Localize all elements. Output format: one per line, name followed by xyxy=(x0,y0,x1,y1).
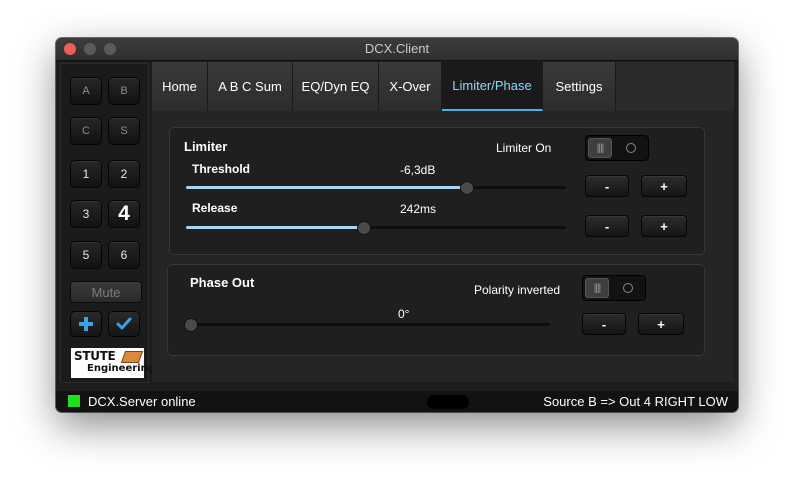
phase-slider[interactable] xyxy=(184,318,550,332)
add-button[interactable] xyxy=(70,311,102,337)
channel-s-button[interactable]: S xyxy=(108,117,140,145)
limiter-on-toggle[interactable]: |||| xyxy=(585,135,649,161)
channel-sidebar: A B C S 1 2 3 4 5 6 Mute STUTE Engineeri… xyxy=(60,63,155,383)
output-4-button[interactable]: 4 xyxy=(108,200,140,228)
toggle-off-indicator-icon xyxy=(623,283,633,293)
minimize-window-button[interactable] xyxy=(84,43,96,55)
output-6-button[interactable]: 6 xyxy=(108,241,140,269)
app-window: DCX.Client A B C S 1 2 3 4 5 6 Mute STUT… xyxy=(56,38,738,412)
routing-status-text: Source B => Out 4 RIGHT LOW xyxy=(543,394,728,409)
output-1-button[interactable]: 1 xyxy=(70,160,102,188)
phase-panel: Phase Out Polarity inverted |||| 0° - + xyxy=(167,264,705,356)
tab-settings[interactable]: Settings xyxy=(543,62,616,111)
polarity-inverted-label: Polarity inverted xyxy=(474,283,561,297)
phase-minus-button[interactable]: - xyxy=(582,313,626,335)
channel-b-button[interactable]: B xyxy=(108,77,140,105)
release-slider-fill xyxy=(186,226,363,229)
status-bar-notch xyxy=(427,395,469,409)
phase-value: 0° xyxy=(398,307,410,321)
logo-line-1: STUTE xyxy=(74,349,116,363)
toggle-off-indicator-icon xyxy=(626,143,636,153)
channel-c-button[interactable]: C xyxy=(70,117,102,145)
output-3-button[interactable]: 3 xyxy=(70,200,102,228)
threshold-minus-button[interactable]: - xyxy=(585,175,629,197)
stute-engineering-logo: STUTE Engineering xyxy=(71,348,155,378)
toggle-grip-icon: |||| xyxy=(585,278,609,298)
limiter-title: Limiter xyxy=(184,139,228,154)
limiter-panel: Limiter Limiter On |||| Threshold -6,3dB… xyxy=(169,127,705,255)
toggle-grip-icon: |||| xyxy=(588,138,612,158)
limiter-on-label: Limiter On xyxy=(496,141,552,155)
phase-plus-button[interactable]: + xyxy=(638,313,684,335)
threshold-slider-fill xyxy=(186,186,466,189)
polarity-inverted-toggle[interactable]: |||| xyxy=(582,275,646,301)
threshold-value: -6,3dB xyxy=(400,163,436,177)
threshold-slider[interactable] xyxy=(186,181,566,195)
server-status-text: DCX.Server online xyxy=(88,394,196,409)
threshold-slider-knob[interactable] xyxy=(459,181,474,195)
confirm-button[interactable] xyxy=(108,311,140,337)
release-plus-button[interactable]: + xyxy=(641,215,687,237)
threshold-plus-button[interactable]: + xyxy=(641,175,687,197)
tab-home[interactable]: Home xyxy=(152,62,208,111)
output-2-button[interactable]: 2 xyxy=(108,160,140,188)
release-minus-button[interactable]: - xyxy=(585,215,629,237)
phase-slider-knob[interactable] xyxy=(184,318,198,332)
plus-icon xyxy=(79,317,93,331)
tab-eq-dyn-eq[interactable]: EQ/Dyn EQ xyxy=(293,62,379,111)
logo-line-2: Engineering xyxy=(87,363,155,374)
title-bar: DCX.Client xyxy=(56,38,738,61)
tab-x-over[interactable]: X-Over xyxy=(379,62,442,111)
tab-limiter-phase[interactable]: Limiter/Phase xyxy=(442,62,543,111)
tab-bar: Home A B C Sum EQ/Dyn EQ X-Over Limiter/… xyxy=(152,62,734,111)
release-slider[interactable] xyxy=(186,221,566,235)
output-5-button[interactable]: 5 xyxy=(70,241,102,269)
release-slider-knob[interactable] xyxy=(356,221,371,235)
mute-button[interactable]: Mute xyxy=(70,281,142,303)
online-indicator-icon xyxy=(68,395,80,407)
status-bar: DCX.Server online Source B => Out 4 RIGH… xyxy=(56,391,738,412)
window-title: DCX.Client xyxy=(364,41,430,56)
book-icon xyxy=(120,351,144,363)
phase-out-title: Phase Out xyxy=(190,275,255,290)
zoom-window-button[interactable] xyxy=(104,43,116,55)
channel-a-button[interactable]: A xyxy=(70,77,102,105)
tab-abc-sum[interactable]: A B C Sum xyxy=(208,62,293,111)
release-value: 242ms xyxy=(400,202,437,216)
release-label: Release xyxy=(192,201,238,215)
close-window-button[interactable] xyxy=(64,43,76,55)
checkmark-icon xyxy=(116,317,132,330)
content-area: Limiter Limiter On |||| Threshold -6,3dB… xyxy=(152,111,734,382)
threshold-label: Threshold xyxy=(192,162,251,176)
